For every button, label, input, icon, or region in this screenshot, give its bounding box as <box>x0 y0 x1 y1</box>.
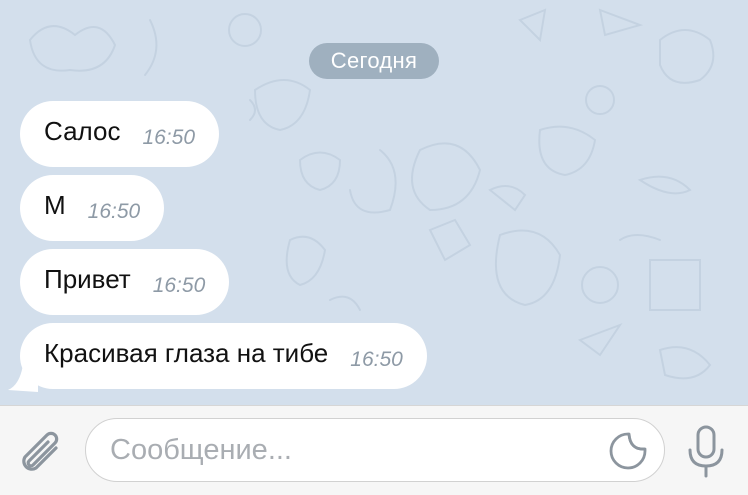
message-text: Привет <box>44 263 131 294</box>
message-composer: Сообщение... <box>0 405 748 495</box>
message-bubble[interactable]: Салос 16:50 <box>20 101 220 167</box>
message-time: 16:50 <box>87 200 141 223</box>
message-bubble[interactable]: Красивая глаза на тибе 16:50 <box>20 323 427 389</box>
message-text: Салос <box>44 115 121 146</box>
message-bubble[interactable]: Привет 16:50 <box>20 249 230 315</box>
message-text: Красивая глаза на тибе <box>44 337 329 368</box>
microphone-icon[interactable] <box>686 424 726 480</box>
date-separator: Сегодня <box>309 43 439 79</box>
message-time: 16:50 <box>152 274 206 297</box>
message-text: М <box>44 189 66 220</box>
paperclip-icon[interactable] <box>18 428 66 480</box>
message-input-placeholder: Сообщение... <box>110 434 292 466</box>
chat-screen: Сегодня Салос 16:50 М 16:50 Привет 16:50… <box>0 0 748 495</box>
message-time: 16:50 <box>350 348 403 371</box>
message-bubble[interactable]: М 16:50 <box>20 175 165 241</box>
message-input[interactable]: Сообщение... <box>85 418 665 482</box>
sticker-icon[interactable] <box>608 431 648 471</box>
message-time: 16:50 <box>142 126 196 149</box>
